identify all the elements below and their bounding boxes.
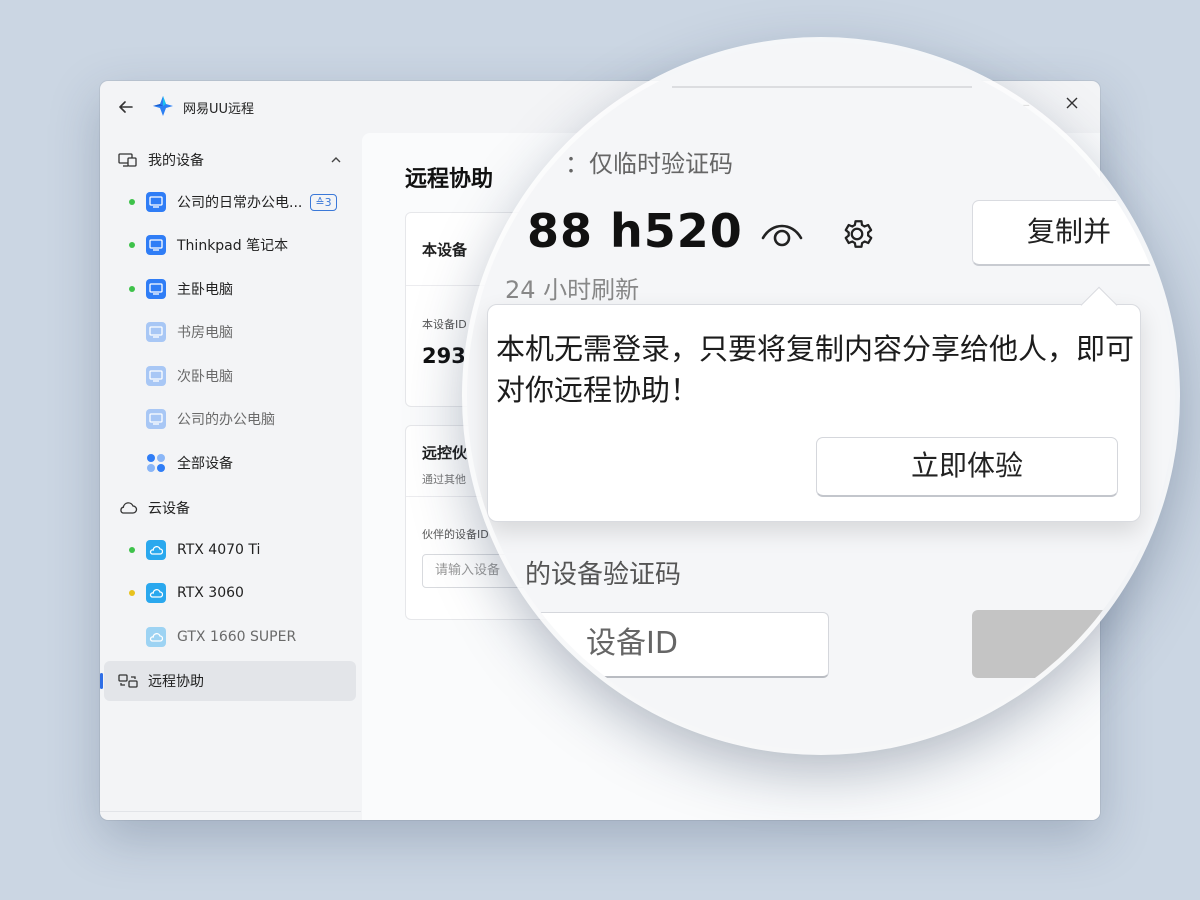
chevron-up-icon[interactable] (330, 154, 342, 166)
arrow-left-icon (119, 101, 133, 113)
computer-icon (146, 192, 166, 212)
online-dot (129, 547, 135, 553)
section-cloud-devices[interactable]: 云设备 (118, 496, 190, 520)
device-label: 书房电脑 (177, 325, 233, 341)
device-label: 主卧电脑 (177, 282, 233, 298)
devices-icon (118, 150, 138, 170)
verification-code-label: 的设备验证码 (525, 560, 682, 590)
temp-code-value: 88 h520 (527, 204, 743, 258)
computer-icon (146, 366, 166, 386)
try-now-button[interactable]: 立即体验 (816, 437, 1118, 497)
device-label: RTX 3060 (177, 585, 244, 601)
device-id-input[interactable]: 设备ID (515, 612, 829, 678)
online-dot (129, 286, 135, 292)
sidebar-item-device[interactable]: 主卧电脑 (118, 271, 356, 307)
remote-assist-icon (118, 671, 138, 691)
sidebar-item-device[interactable]: 书房电脑 (118, 314, 356, 350)
device-id-value: 293 (422, 344, 466, 368)
card-title: 本设备 (422, 241, 468, 259)
computer-icon (146, 279, 166, 299)
cloud-computer-icon (146, 583, 166, 603)
device-label: 全部设备 (177, 456, 233, 472)
sidebar-item-device[interactable]: 次卧电脑 (118, 358, 356, 394)
sidebar-item-cloud-device[interactable]: RTX 3060 (118, 575, 356, 611)
sidebar-item-device[interactable]: 公司的日常办公电... ≙3 (118, 184, 356, 220)
refresh-note: 24 小时刷新 (505, 276, 640, 304)
sidebar: 我的设备 公司的日常办公电... ≙3 Thinkpad 笔记本 主卧电脑 书房… (100, 133, 361, 820)
computer-icon (146, 322, 166, 342)
tooltip-popover: 本机无需登录，只要将复制内容分享给他人，即可对你远程协助！ 立即体验 (487, 286, 1141, 522)
connect-button[interactable] (972, 610, 1172, 678)
device-id-label: 本设备ID (422, 318, 467, 331)
eye-icon[interactable] (760, 216, 804, 252)
busy-dot (129, 590, 135, 596)
computer-icon (146, 409, 166, 429)
sidebar-item-device[interactable]: 公司的办公电脑 (118, 401, 356, 437)
section-my-devices[interactable]: 我的设备 (118, 148, 204, 172)
temp-code-label: ：仅临时验证码 (565, 150, 733, 178)
device-label: 公司的日常办公电... (177, 195, 303, 211)
sidebar-item-all-devices[interactable]: 全部设备 (118, 445, 356, 481)
popover-text: 本机无需登录，只要将复制内容分享给他人，即可对你远程协助！ (496, 332, 1135, 407)
online-dot (129, 242, 135, 248)
section-label: 云设备 (148, 501, 190, 517)
grid-icon (146, 453, 166, 473)
cloud-computer-icon (146, 540, 166, 560)
device-label: 公司的办公电脑 (177, 412, 275, 428)
divider (100, 811, 361, 812)
sidebar-item-device[interactable]: Thinkpad 笔记本 (118, 227, 356, 263)
sidebar-item-cloud-device[interactable]: RTX 4070 Ti (118, 532, 356, 568)
gear-icon[interactable] (839, 216, 875, 252)
sidebar-item-remote-assist[interactable]: 远程协助 (100, 661, 356, 701)
card-subtitle: 通过其他 (422, 473, 466, 486)
sidebar-item-cloud-device[interactable]: GTX 1660 SUPER (118, 619, 356, 655)
card-title: 远控伙 (422, 444, 468, 462)
close-icon (1066, 97, 1078, 109)
page-title: 远程协助 (405, 167, 494, 192)
cloud-computer-icon (146, 627, 166, 647)
partner-id-label: 伙伴的设备ID (422, 528, 489, 541)
device-label: RTX 4070 Ti (177, 542, 261, 558)
device-label: GTX 1660 SUPER (177, 629, 297, 645)
section-label: 我的设备 (148, 153, 204, 169)
active-indicator (100, 673, 103, 689)
device-label: 次卧电脑 (177, 369, 233, 385)
computer-icon (146, 235, 166, 255)
online-dot (129, 199, 135, 205)
sidebar-item-label: 远程协助 (148, 674, 204, 690)
app-title: 网易UU远程 (183, 102, 255, 117)
magnifier-lens: ：仅临时验证码 88 h520 复制并 24 小时刷新 本机无需登录，只要将复制… (467, 42, 1175, 750)
app-logo-icon (152, 95, 174, 117)
cloud-icon (118, 498, 138, 518)
device-label: Thinkpad 笔记本 (177, 238, 289, 254)
screen-count-badge: ≙3 (310, 193, 337, 211)
back-button[interactable] (116, 97, 136, 117)
close-button[interactable] (1062, 95, 1082, 115)
copy-share-button[interactable]: 复制并 (972, 200, 1175, 266)
